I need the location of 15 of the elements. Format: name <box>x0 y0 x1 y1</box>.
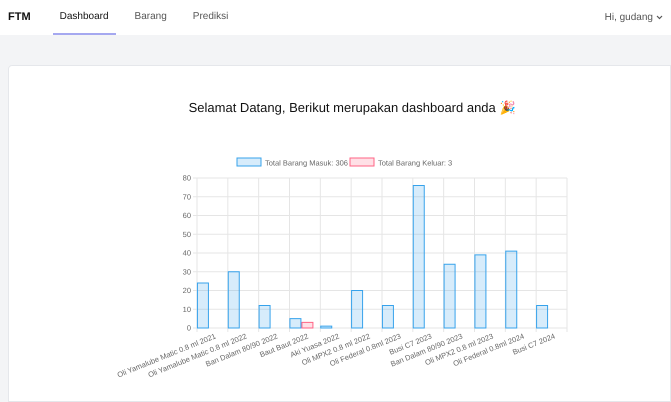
bar <box>444 264 456 328</box>
nav-tab[interactable]: Barang <box>128 0 174 35</box>
bar <box>196 282 209 328</box>
chevron-down-icon <box>656 15 663 20</box>
nav-tab[interactable]: Prediksi <box>186 0 236 35</box>
bar <box>228 271 240 328</box>
bar <box>351 290 364 328</box>
welcome-heading: Selamat Datang, Berikut merupakan dashboard anda 🎉 <box>188 98 516 117</box>
bar <box>382 305 394 328</box>
bar <box>536 305 548 328</box>
brand-logo: FTM <box>8 10 31 26</box>
bar <box>258 305 271 328</box>
nav-tab[interactable]: Dashboard <box>52 0 116 35</box>
bar <box>320 326 332 328</box>
user-menu[interactable]: Hi, gudang <box>604 10 663 25</box>
